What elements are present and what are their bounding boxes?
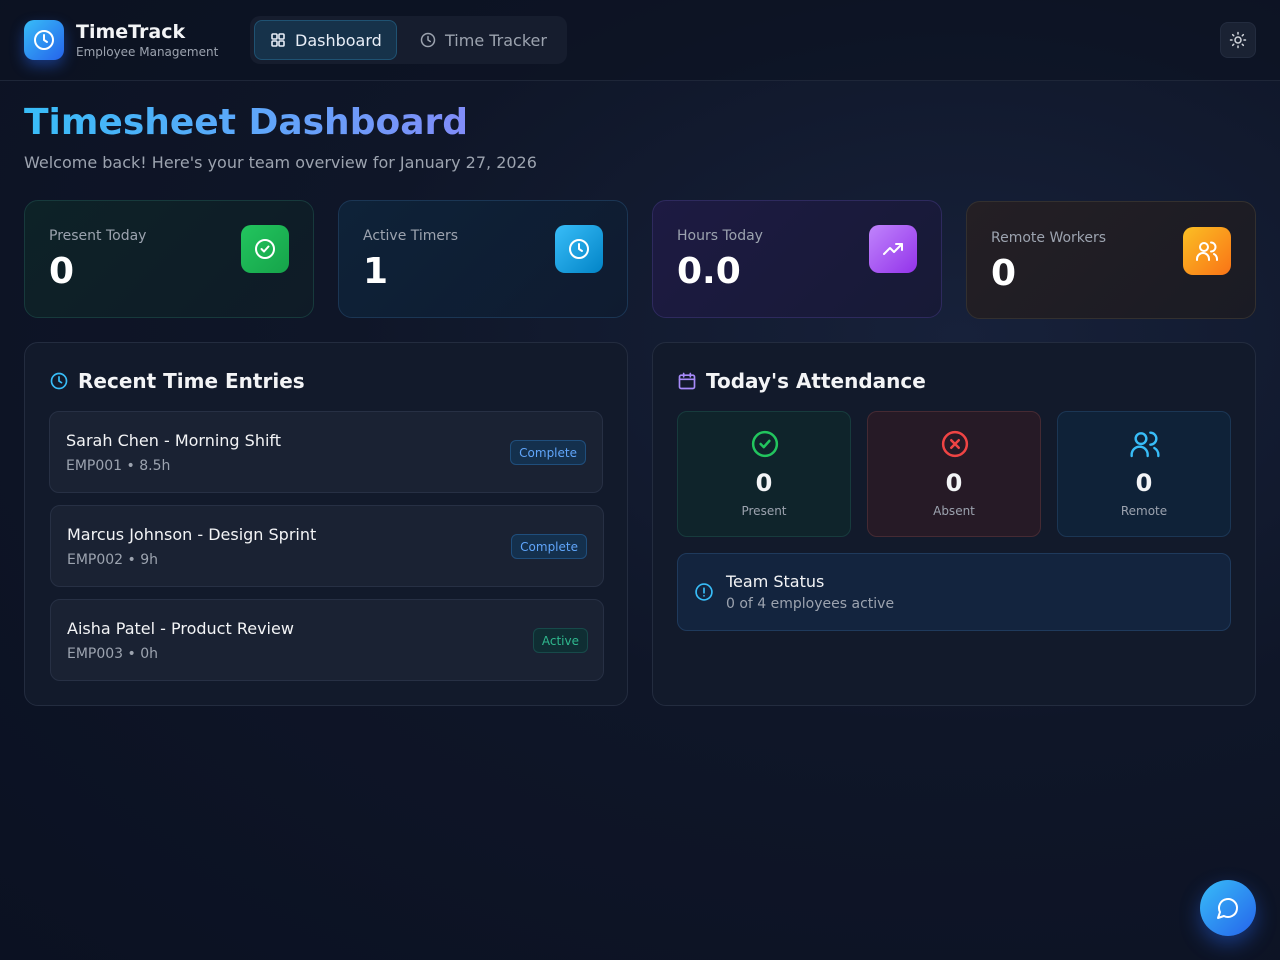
- chat-bubble-icon: [1216, 896, 1240, 920]
- clock-icon: [420, 32, 445, 48]
- stat-value: 0: [49, 251, 75, 292]
- check-circle-icon: [241, 225, 289, 273]
- chat-button[interactable]: [1200, 880, 1256, 936]
- stat-card-present-today: Present Today 0: [24, 200, 314, 318]
- recent-entries-panel: Recent Time Entries Sarah Chen - Morning…: [24, 342, 628, 706]
- attendance-panel: Today's Attendance 0 Present 0 Absent 0 …: [652, 342, 1256, 706]
- clock-icon: [555, 225, 603, 273]
- stat-card-active-timers: Active Timers 1: [338, 200, 628, 318]
- sun-icon: [1229, 31, 1247, 49]
- top-header: TimeTrack Employee Management Dashboard …: [0, 0, 1280, 81]
- check-circle-icon: [749, 428, 781, 460]
- stat-label: Hours Today: [677, 228, 763, 244]
- attendance-label: Remote: [1120, 504, 1168, 518]
- attendance-title: Today's Attendance: [677, 369, 926, 393]
- app-subtitle: Employee Management: [76, 44, 219, 59]
- page-subtitle: Welcome back! Here's your team overview …: [24, 153, 537, 172]
- users-icon: [1129, 428, 1161, 460]
- users-icon: [1183, 227, 1231, 275]
- attendance-remote: 0 Remote: [1057, 411, 1231, 537]
- stat-card-hours-today: Hours Today 0.0: [652, 200, 942, 318]
- entry-meta: EMP002 • 9h: [67, 552, 159, 568]
- stat-value: 0.0: [677, 251, 741, 292]
- stat-value: 0: [991, 253, 1017, 294]
- brand[interactable]: TimeTrack Employee Management: [24, 20, 218, 60]
- time-entry-row[interactable]: Marcus Johnson - Design Sprint EMP002 • …: [50, 505, 604, 587]
- main-nav: Dashboard Time Tracker: [250, 16, 567, 64]
- app-title: TimeTrack: [76, 20, 186, 43]
- attendance-label: Present: [741, 504, 787, 518]
- time-entry-row[interactable]: Sarah Chen - Morning Shift EMP001 • 8.5h…: [49, 411, 603, 493]
- attendance-count: 0: [755, 469, 773, 497]
- page-title: Timesheet Dashboard: [24, 100, 468, 146]
- tab-time-tracker[interactable]: Time Tracker: [419, 20, 559, 60]
- entry-name: Sarah Chen - Morning Shift: [66, 431, 282, 450]
- tab-time-tracker-label: Time Tracker: [445, 30, 547, 50]
- recent-entries-title: Recent Time Entries: [49, 369, 305, 393]
- tab-dashboard-label: Dashboard: [295, 30, 382, 50]
- theme-toggle-button[interactable]: [1220, 22, 1256, 58]
- entry-name: Marcus Johnson - Design Sprint: [67, 525, 317, 544]
- entry-name: Aisha Patel - Product Review: [67, 619, 294, 638]
- stat-card-remote-workers: Remote Workers 0: [966, 201, 1256, 319]
- stat-label: Present Today: [49, 228, 147, 244]
- team-status-card: Team Status 0 of 4 employees active: [677, 553, 1231, 631]
- tab-dashboard[interactable]: Dashboard: [254, 20, 397, 60]
- attendance-label: Absent: [933, 504, 975, 518]
- stat-label: Active Timers: [363, 228, 459, 244]
- time-entry-row[interactable]: Aisha Patel - Product Review EMP003 • 0h…: [50, 599, 604, 681]
- trending-up-icon: [869, 225, 917, 273]
- attendance-absent: 0 Absent: [867, 411, 1041, 537]
- attendance-count: 0: [945, 469, 963, 497]
- attendance-count: 0: [1135, 469, 1153, 497]
- clock-icon: [24, 20, 64, 60]
- status-badge: Complete: [511, 534, 587, 559]
- attendance-present: 0 Present: [677, 411, 851, 537]
- x-circle-icon: [939, 428, 971, 460]
- stat-label: Remote Workers: [991, 230, 1107, 246]
- info-icon: [694, 582, 714, 602]
- calendar-icon: [677, 371, 706, 391]
- entry-meta: EMP001 • 8.5h: [66, 458, 171, 474]
- team-status-title: Team Status: [726, 572, 825, 591]
- status-badge: Active: [532, 628, 588, 653]
- team-status-text: 0 of 4 employees active: [726, 596, 895, 612]
- status-badge: Complete: [510, 440, 586, 465]
- stat-value: 1: [363, 251, 389, 292]
- panel-title-text: Recent Time Entries: [78, 369, 305, 393]
- panel-title-text: Today's Attendance: [706, 369, 926, 393]
- grid-icon: [270, 32, 295, 48]
- entry-meta: EMP003 • 0h: [67, 646, 159, 662]
- clock-icon: [49, 371, 78, 391]
